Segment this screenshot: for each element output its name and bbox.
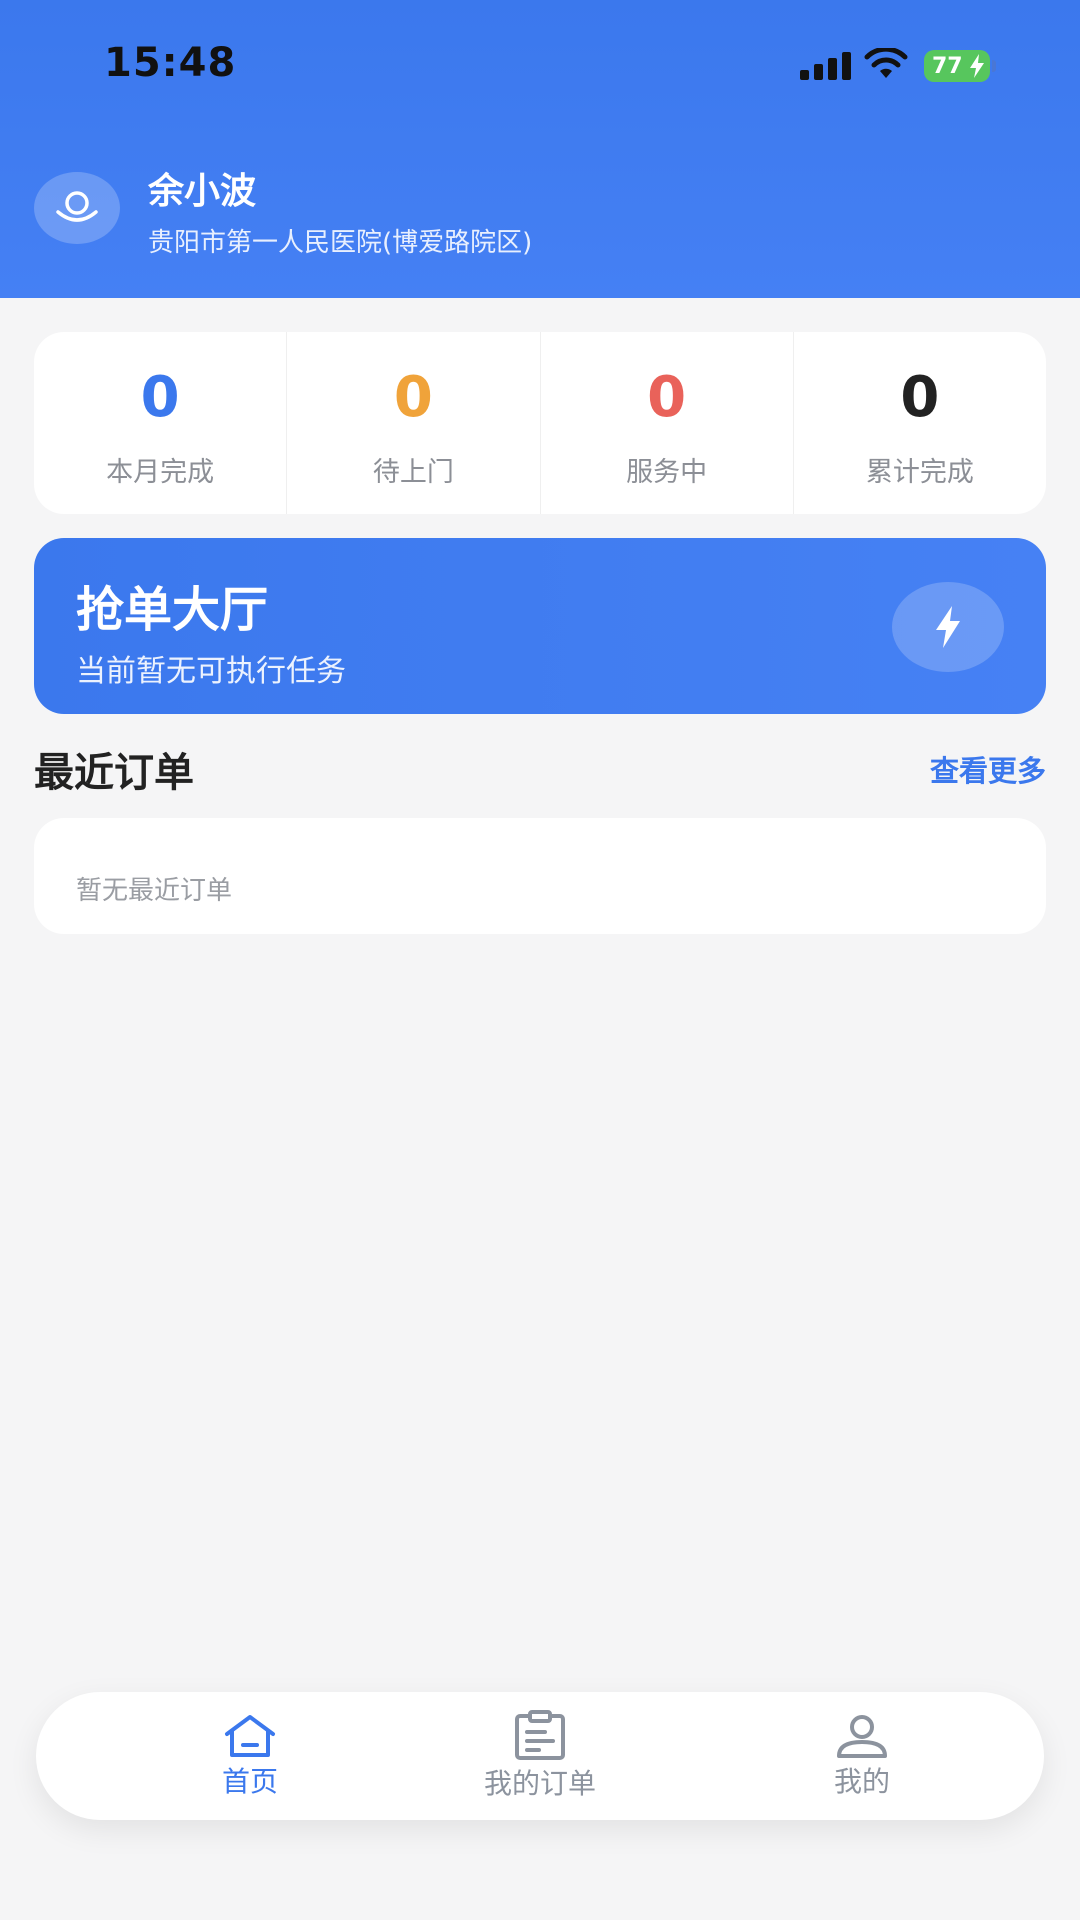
home-icon [225,1715,275,1757]
stat-pending-visit[interactable]: 0 待上门 [286,332,539,514]
tab-bar: 首页 我的订单 我的 [36,1692,1044,1820]
signal-icon [800,52,851,80]
status-bar: 15:48 77 [0,0,1080,130]
user-icon [837,1715,887,1758]
order-hall-card[interactable]: 抢单大厅 当前暂无可执行任务 [34,538,1046,714]
stat-month-completed[interactable]: 0 本月完成 [34,332,286,514]
stat-total-completed[interactable]: 0 累计完成 [792,332,1046,514]
lightning-icon [936,606,960,648]
tab-profile[interactable]: 我的 [762,1692,962,1820]
order-hall-subtitle: 当前暂无可执行任务 [76,654,346,689]
stat-label: 待上门 [372,457,454,488]
avatar[interactable] [34,172,120,244]
tab-home-label: 首页 [221,1765,278,1798]
stat-value: 0 [140,365,180,430]
stat-in-service[interactable]: 0 服务中 [539,332,793,514]
empty-orders-text: 暂无最近订单 [76,876,233,906]
battery-level: 77 [932,53,963,79]
clipboard-icon [515,1710,565,1760]
stat-value: 0 [393,365,433,430]
tab-my-orders-label: 我的订单 [483,1767,596,1800]
stat-value: 0 [900,365,940,430]
wifi-icon [864,48,908,78]
status-time: 15:48 [104,40,237,86]
order-hall-title: 抢单大厅 [76,582,269,638]
tab-home[interactable]: 首页 [150,1692,350,1820]
avatar-icon [56,191,98,222]
stat-label: 服务中 [626,457,708,488]
user-name: 余小波 [148,171,257,212]
user-hospital: 贵阳市第一人民医院(博爱路院区) [148,228,533,258]
battery-charging-icon: 77 [924,50,996,82]
tab-profile-label: 我的 [833,1765,890,1798]
recent-orders-list: 暂无最近订单 [34,818,1046,934]
stat-value: 0 [647,365,687,430]
tab-my-orders[interactable]: 我的订单 [440,1692,640,1820]
stats-card: 0 本月完成 0 待上门 0 服务中 0 累计完成 [34,332,1046,514]
order-hall-button[interactable] [892,582,1004,672]
header: 15:48 77 余小波 贵阳市第一人民医院(博爱路院区) [0,0,1080,298]
charging-bolt-icon [970,54,984,78]
recent-orders-title: 最近订单 [34,750,194,796]
stat-label: 累计完成 [865,457,974,488]
stat-label: 本月完成 [106,457,215,488]
view-more-link[interactable]: 查看更多 [930,748,1046,790]
